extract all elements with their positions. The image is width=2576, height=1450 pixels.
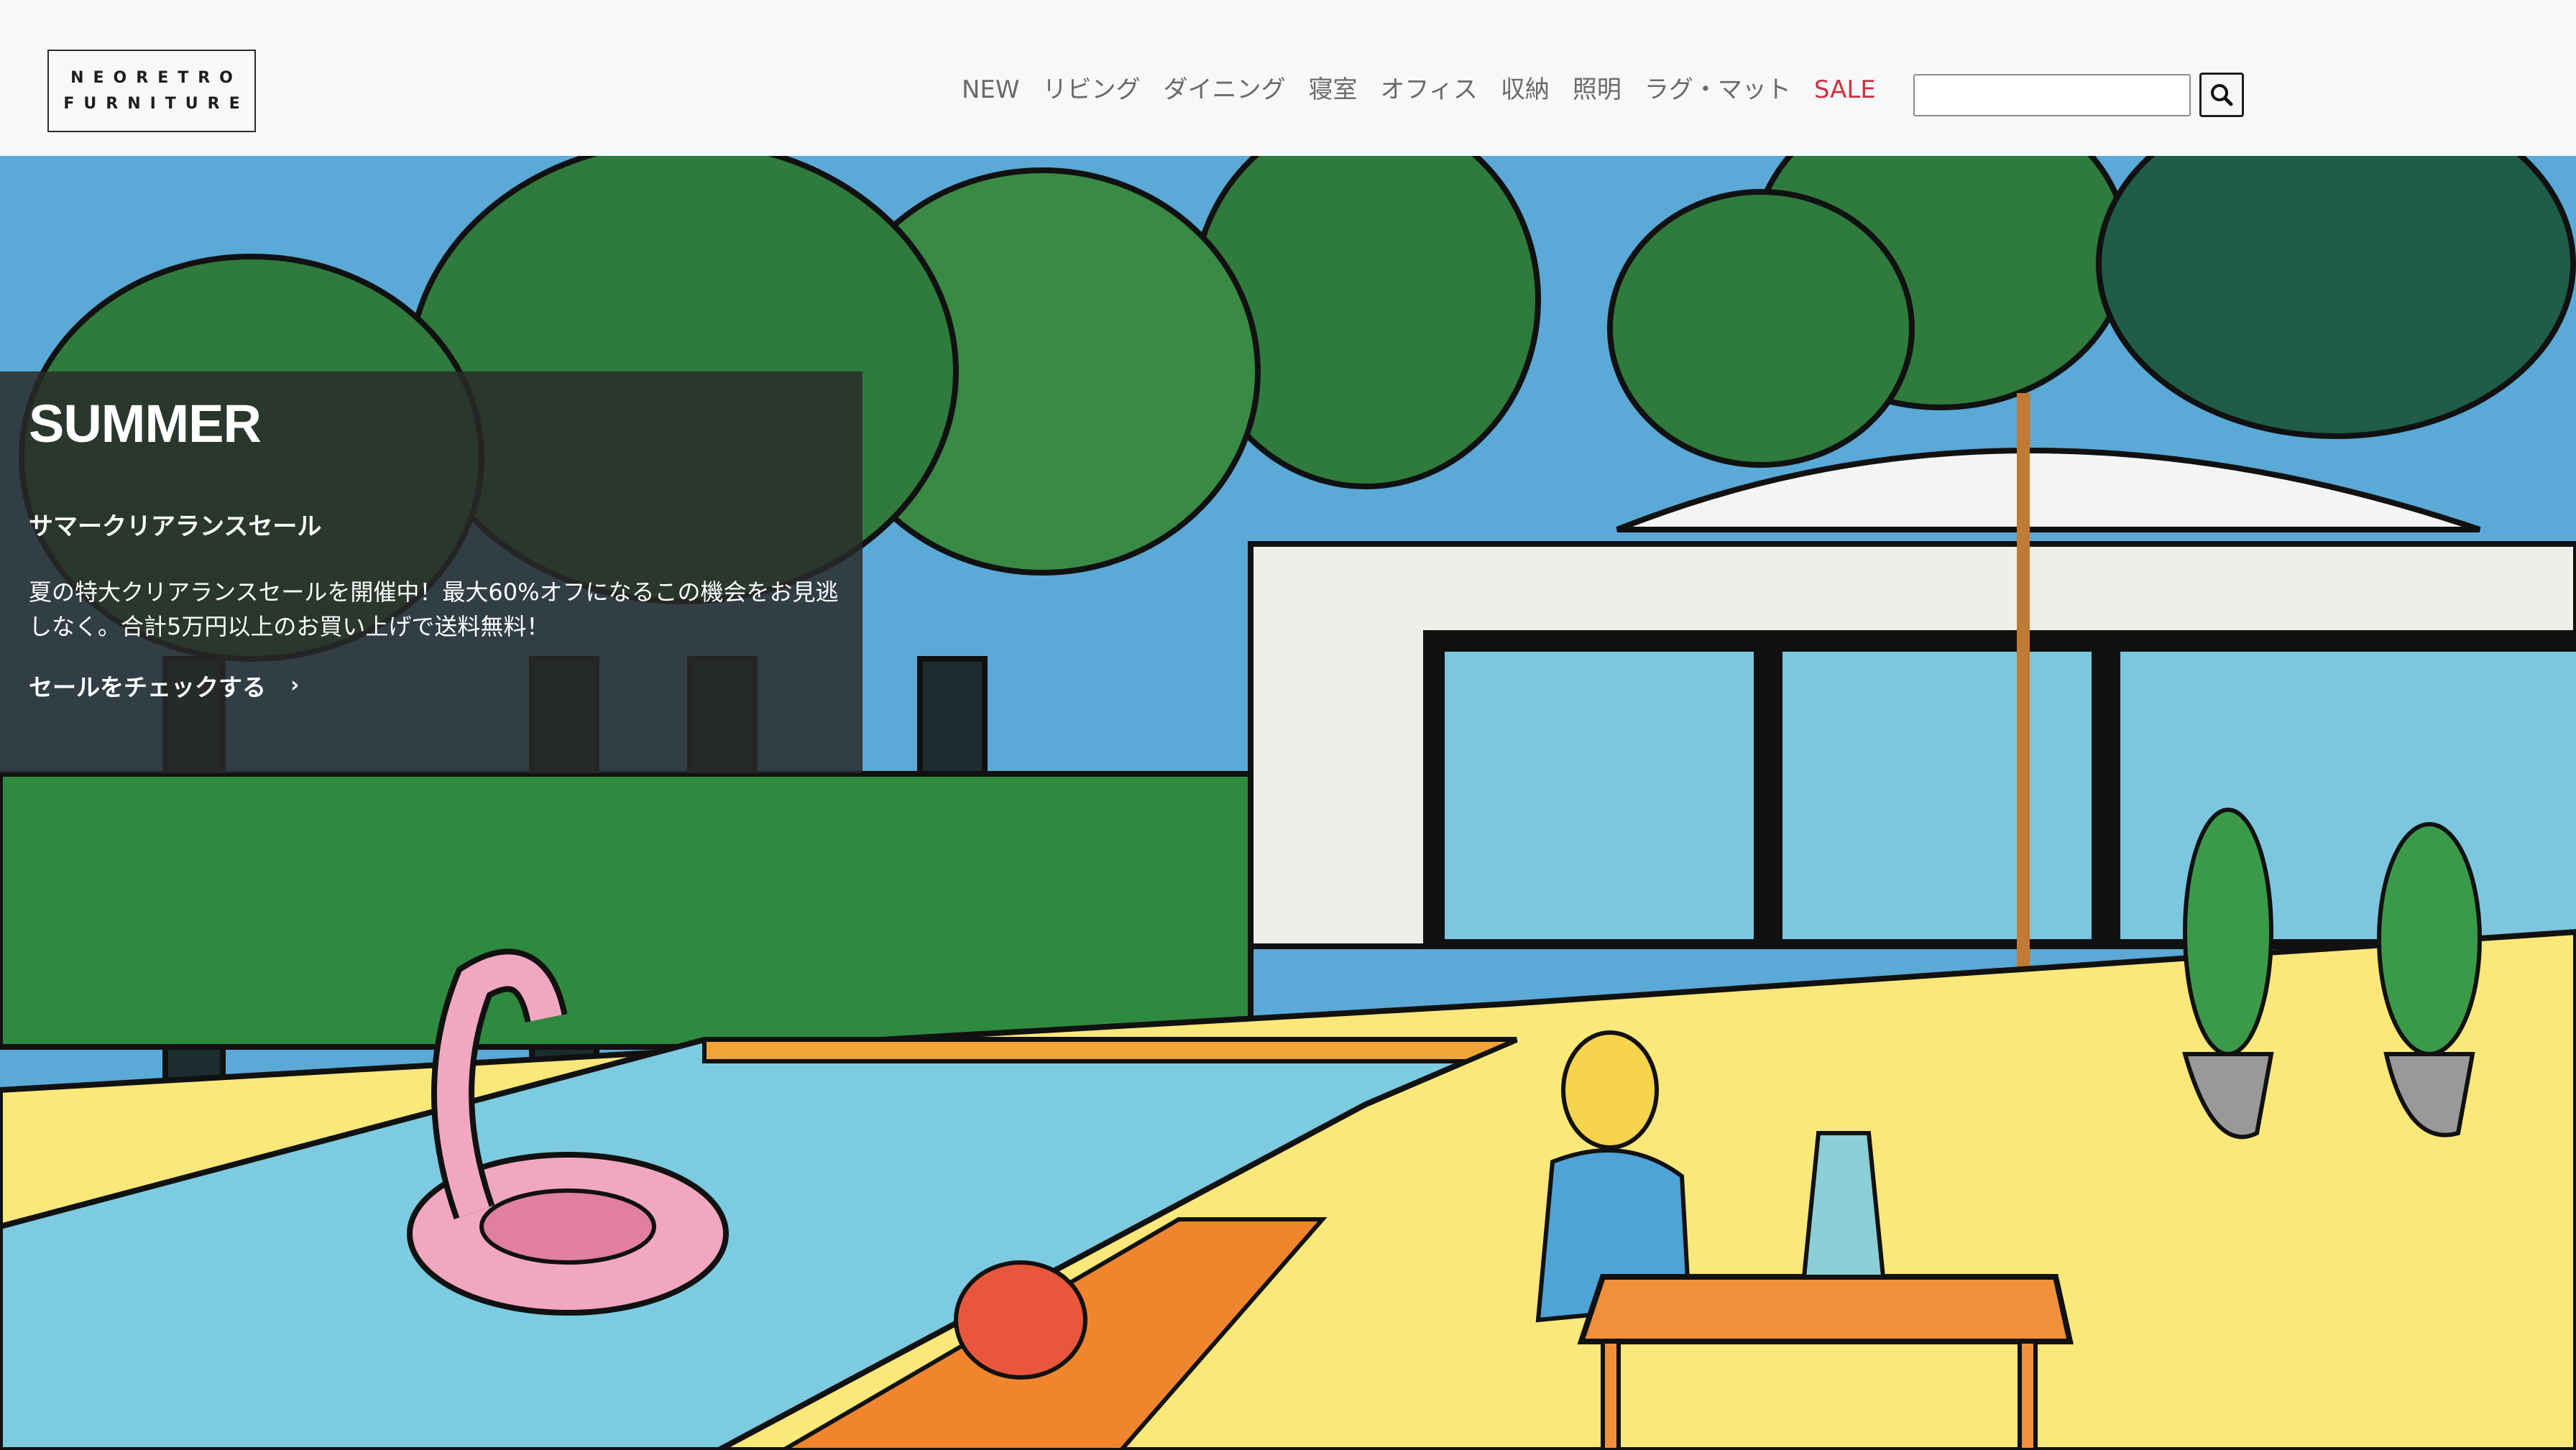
nav-item-storage[interactable]: 収納 bbox=[1501, 73, 1550, 106]
hero-banner: SUMMER サマークリアランスセール 夏の特大クリアランスセールを開催中！最大… bbox=[0, 156, 2576, 1450]
search-icon bbox=[2211, 84, 2233, 106]
brand-logo[interactable]: NEORETRO FURNITURE bbox=[47, 50, 256, 132]
search-button[interactable] bbox=[2199, 73, 2244, 117]
promo-description: 夏の特大クリアランスセールを開催中！最大60%オフになるこの機会をお見逃しなく。… bbox=[29, 578, 839, 640]
sale-cta-label: セールをチェックする bbox=[29, 673, 266, 701]
nav-item-lighting[interactable]: 照明 bbox=[1573, 73, 1622, 106]
hero-illustration bbox=[0, 156, 2576, 1450]
chevron-right-icon: › bbox=[290, 673, 300, 698]
nav-item-bedroom[interactable]: 寝室 bbox=[1309, 73, 1358, 106]
brand-line-1: NEORETRO bbox=[70, 68, 242, 87]
site-header: NEORETRO FURNITURE NEW リビング ダイニング 寝室 オフィ… bbox=[0, 0, 2576, 156]
promo-title: SUMMER bbox=[29, 394, 262, 453]
main-nav: NEW リビング ダイニング 寝室 オフィス 収納 照明 ラグ・マット SALE bbox=[962, 73, 1876, 106]
nav-item-office[interactable]: オフィス bbox=[1381, 73, 1478, 106]
nav-item-living[interactable]: リビング bbox=[1043, 73, 1141, 106]
nav-item-rugs[interactable]: ラグ・マット bbox=[1644, 73, 1791, 106]
search-input[interactable] bbox=[1913, 74, 2191, 116]
nav-item-new[interactable]: NEW bbox=[962, 73, 1020, 106]
promo-subtitle: サマークリアランスセール bbox=[29, 512, 322, 541]
promo-overlay: SUMMER サマークリアランスセール 夏の特大クリアランスセールを開催中！最大… bbox=[0, 371, 862, 773]
nav-item-sale[interactable]: SALE bbox=[1814, 73, 1876, 106]
nav-item-dining[interactable]: ダイニング bbox=[1164, 73, 1286, 106]
brand-line-2: FURNITURE bbox=[63, 94, 249, 113]
sale-cta-link[interactable]: セールをチェックする › bbox=[29, 668, 299, 703]
